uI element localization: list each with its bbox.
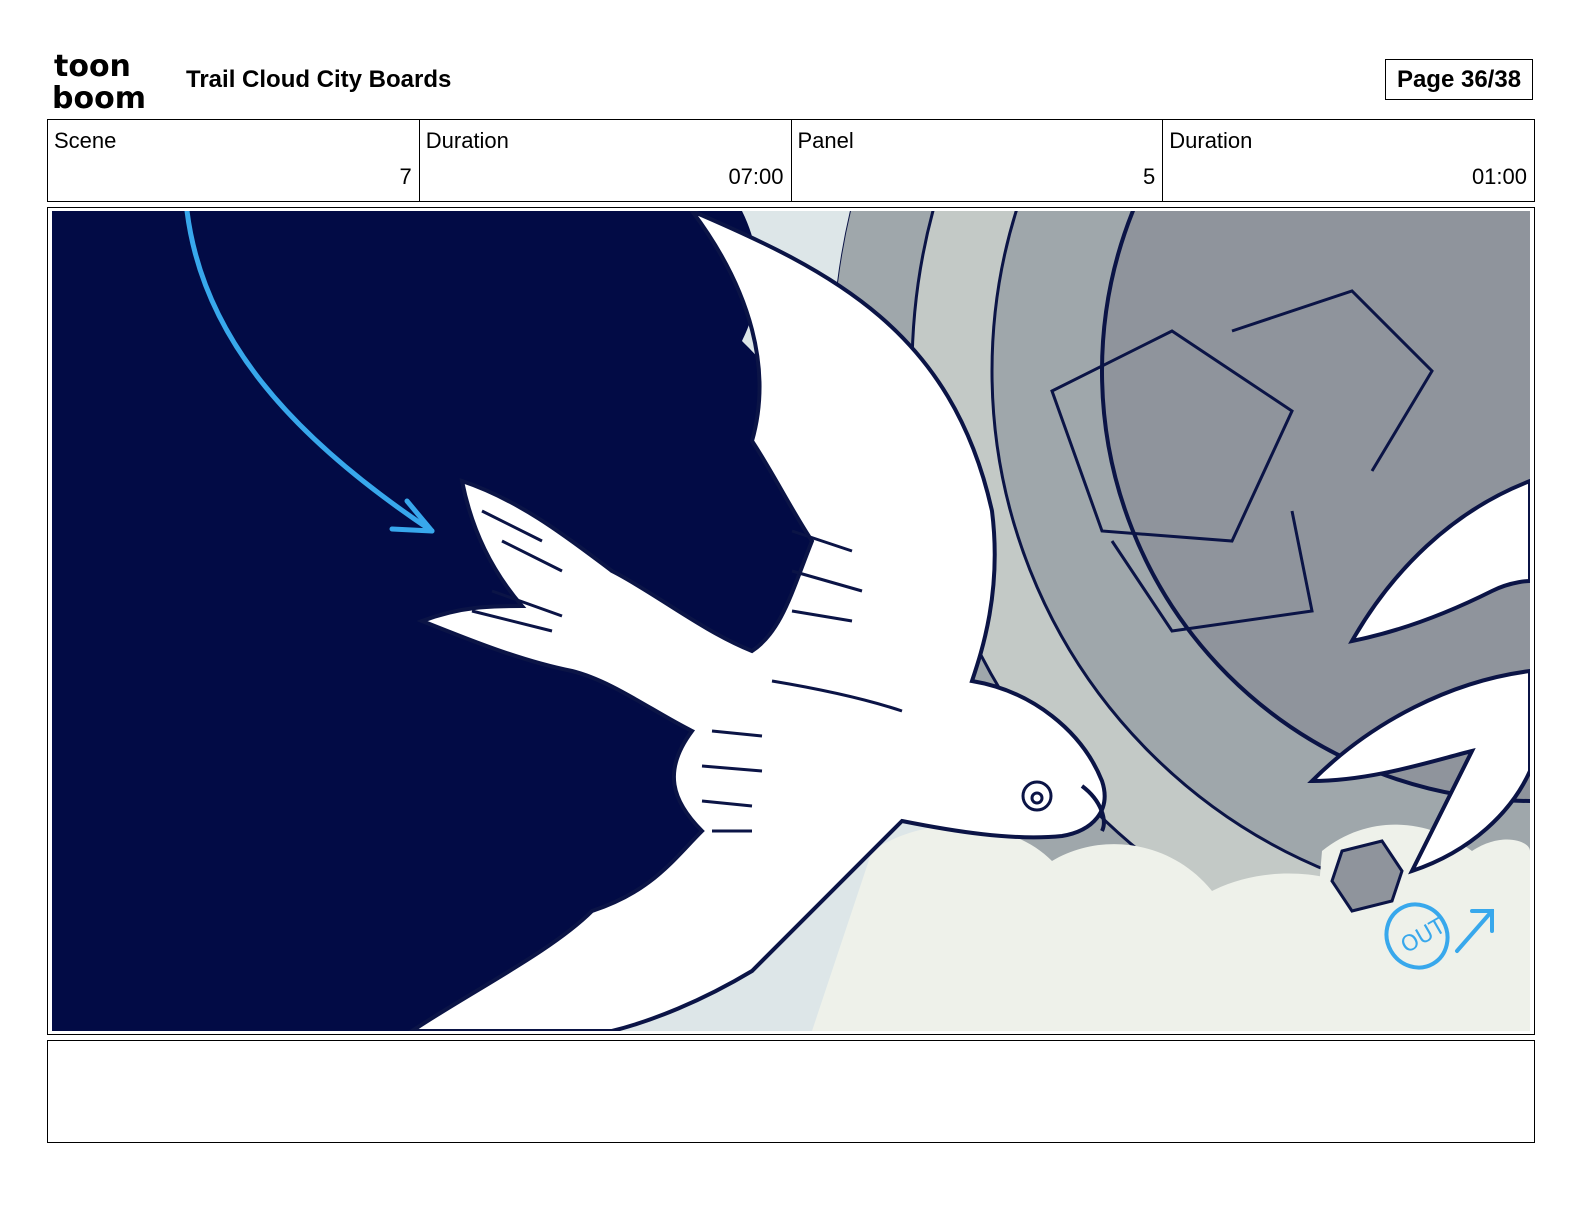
panel-cell: Panel 5	[792, 120, 1164, 201]
scene-info-table: Scene 7 Duration 07:00 Panel 5 Duration …	[47, 119, 1535, 202]
bird-eye	[1021, 780, 1053, 812]
document-title: Trail Cloud City Boards	[186, 66, 452, 93]
page-indicator: Page 36/38	[1385, 59, 1533, 100]
panel-label: Panel	[797, 128, 854, 153]
logo-text-bottom: boom	[52, 81, 146, 112]
scene-label: Scene	[54, 128, 117, 153]
panel-duration-cell: Duration 01:00	[1163, 120, 1534, 201]
scene-duration-value: 07:00	[728, 164, 784, 189]
panel-artwork: OUT	[52, 211, 1530, 1031]
scene-duration-label: Duration	[425, 128, 509, 153]
scene-cell: Scene 7	[48, 120, 420, 201]
logo-text-top: toon	[54, 50, 131, 84]
panel-duration-label: Duration	[1169, 128, 1253, 153]
panel-frame: OUT	[47, 207, 1535, 1035]
toonboom-logo: toon boom	[52, 50, 146, 112]
scene-value: 7	[399, 164, 412, 189]
panel-value: 5	[1143, 164, 1156, 189]
scene-duration-cell: Duration 07:00	[420, 120, 792, 201]
panel-notes-box	[47, 1040, 1535, 1143]
panel-duration-value: 01:00	[1471, 164, 1527, 189]
